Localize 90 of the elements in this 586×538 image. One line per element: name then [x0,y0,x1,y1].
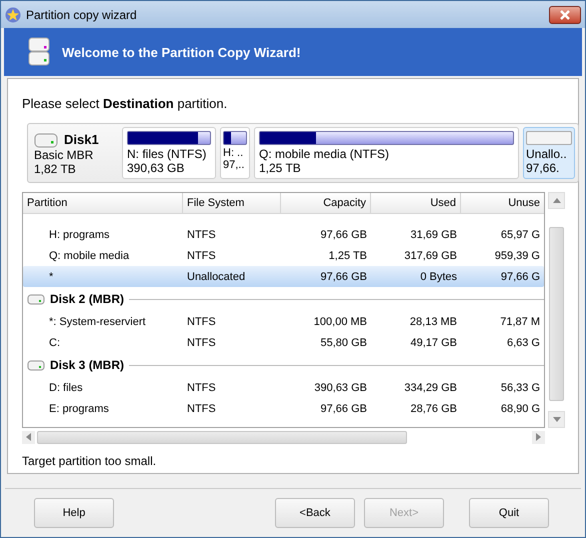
table-cell-text: 97,66 G [500,270,541,282]
partition-size: 97,.. [223,159,246,171]
table-cell-text: E: programs [48,402,110,414]
table-cell-text: 68,90 G [500,402,541,414]
partition-block[interactable]: Q: mobile media (NTFS) 1,25 TB [254,127,519,179]
column-header[interactable]: Unuse [461,193,544,213]
table-cell-text: 6,63 G [506,336,541,348]
table-cell-text: 71,87 M [499,316,541,328]
scroll-left-button[interactable] [22,430,35,444]
table-row[interactable]: * Unallocated 97,66 GB 0 Bytes 97,66 G [23,266,544,287]
scroll-thumb[interactable] [37,430,407,444]
table-cell-text: 97,66 GB [320,270,368,282]
partition-size: 97,66. [526,161,560,175]
vertical-scrollbar[interactable] [548,192,565,428]
up-arrow-icon [552,198,560,203]
table-cell-text: 28,13 MB [408,316,458,328]
horizontal-scrollbar[interactable] [22,430,545,444]
table-cell-text: 959,39 G [494,250,541,262]
table-row[interactable]: Q: mobile media NTFS 1,25 TB 317,69 GB 959,39 G [23,245,544,266]
table-cell-text: NTFS [186,382,217,394]
scroll-thumb[interactable] [549,227,564,401]
table-cell-text: D: files [48,382,84,394]
scroll-up-button[interactable] [548,192,565,209]
table-cell-text: 49,17 GB [410,336,458,348]
table-row[interactable]: *: System-reserviert NTFS 100,00 MB 28,13 MB 71,87 M [23,311,544,332]
disk-heading: Disk 3 (MBR) [50,358,124,372]
window-title: Partition copy wizard [26,8,137,22]
disk-size: 1,82 TB [34,162,77,176]
table-cell-text: NTFS [186,316,217,328]
scroll-down-button[interactable] [548,411,565,428]
column-header[interactable]: Capacity [281,193,371,213]
table-cell-text: *: System-reserviert [48,316,147,328]
partition-block[interactable]: N: files (NTFS) 390,63 GB [122,127,216,179]
close-button[interactable] [549,6,581,24]
table-cell-text: Q: mobile media [48,250,130,262]
usage-bar [526,131,572,145]
drive-icon [28,37,50,67]
partition-block[interactable]: Unallo.. 97,66. [523,127,575,179]
disk-heading: Disk 2 (MBR) [50,292,124,306]
partition-size: 390,63 GB [127,161,186,175]
partition-block[interactable]: H: .. 97,.. [220,127,250,179]
star-icon [5,6,21,22]
header-title: Welcome to the Partition Copy Wizard! [62,44,301,60]
down-arrow-icon [552,417,560,422]
table-cell-text: 390,63 GB [313,382,368,394]
table-cell-text: NTFS [186,250,217,262]
right-arrow-icon [536,433,541,441]
table-row[interactable]: E: programs NTFS 97,66 GB 28,76 GB 68,90 G [23,398,544,419]
table-cell-text: 100,00 MB [312,316,368,328]
table-cell-text: NTFS [186,402,217,414]
table-cell-text: 56,33 G [500,382,541,394]
table-cell-text: C: [48,336,61,348]
partition-label: N: files (NTFS) [127,147,208,161]
table-cell-text: 31,69 GB [410,228,458,240]
partition-size: 1,25 TB [259,161,302,175]
drive-icon [27,359,45,371]
wizard-button[interactable]: Quit [469,498,549,528]
status-message: Target partition too small. [22,454,158,468]
column-header[interactable]: Used [371,193,461,213]
table-cell-text: Unallocated [186,270,246,282]
wizard-button[interactable]: <Back [275,498,355,528]
table-cell-text: 97,66 GB [320,228,368,240]
table-cell-text: * [48,270,54,282]
disk-type: Basic MBR [34,148,94,162]
column-header[interactable]: File System [183,193,281,213]
table-cell-text: 317,69 GB [403,250,458,262]
wizard-button[interactable]: Help [34,498,114,528]
table-row[interactable]: D: files NTFS 390,63 GB 334,29 GB 56,33 G [23,377,544,398]
table-row[interactable]: H: programs NTFS 97,66 GB 31,69 GB 65,97 G [23,224,544,245]
scroll-right-button[interactable] [532,430,545,444]
table-cell-text: NTFS [186,228,217,240]
instruction-text: Please select Destination partition. [22,96,228,111]
table-cell-text: H: programs [48,228,111,240]
partition-label: H: .. [223,147,244,159]
table-cell-text: 1,25 TB [328,250,368,262]
table-cell-text: 0 Bytes [419,270,458,282]
left-arrow-icon [26,433,31,441]
table-cell-text: 97,66 GB [320,402,368,414]
column-header[interactable]: Partition [23,193,183,213]
table-cell-text: 55,80 GB [320,336,368,348]
table-cell-text: 334,29 GB [403,382,458,394]
partition-label: Q: mobile media (NTFS) [259,147,390,161]
table-cell-text: 28,76 GB [410,402,458,414]
close-icon [559,10,571,20]
drive-icon [27,293,45,305]
table-cell-text: NTFS [186,336,217,348]
partition-label: Unallo.. [526,147,568,161]
table-cell-text: 65,97 G [500,228,541,240]
disk-name: Disk1 [64,132,99,146]
table-row[interactable]: C: NTFS 55,80 GB 49,17 GB 6,63 G [23,332,544,353]
